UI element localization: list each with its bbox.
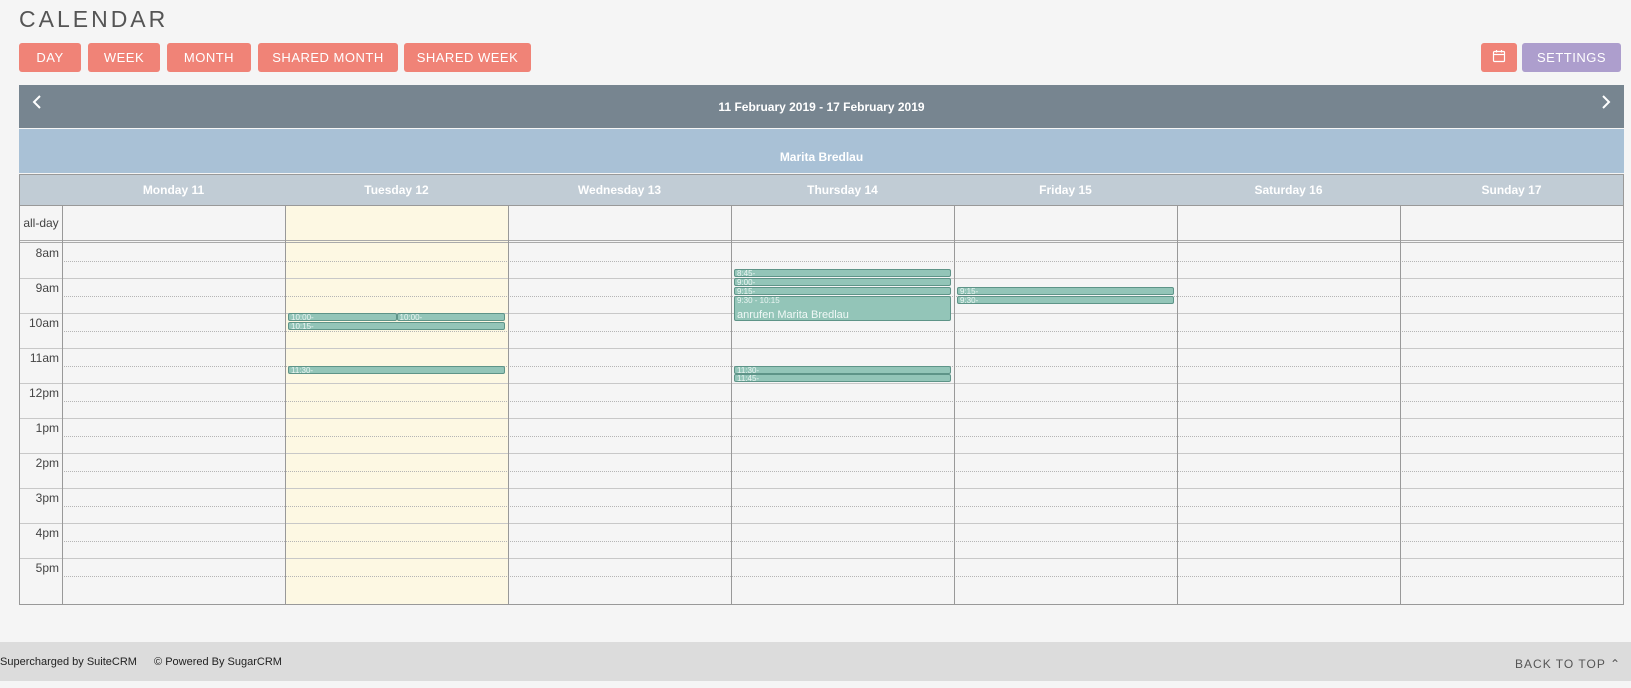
column-divider xyxy=(508,206,509,604)
day-header-row: Monday 11 Tuesday 12 Wednesday 13 Thursday … xyxy=(20,175,1623,206)
event-title: anrufen Marita Bredlau xyxy=(737,308,849,321)
hour-label: 3pm xyxy=(35,491,59,505)
half-hour-line xyxy=(62,470,1623,472)
view-week-button[interactable]: WEEK xyxy=(88,43,160,72)
hour-label: 12pm xyxy=(28,386,59,400)
day-header-5[interactable]: Friday 15 xyxy=(954,175,1177,205)
calendar-event[interactable]: 9:30- xyxy=(957,295,1174,304)
user-name: Marita Bredlau xyxy=(779,150,864,164)
column-divider xyxy=(1400,206,1401,604)
supercharged-link[interactable]: Supercharged by SuiteCRM xyxy=(0,656,137,668)
day-header-2[interactable]: Tuesday 12 xyxy=(285,175,508,205)
today-column-highlight xyxy=(285,206,508,604)
event-time: 8:45- xyxy=(737,269,756,278)
column-divider xyxy=(1177,206,1178,604)
event-time: 9:15- xyxy=(737,286,756,295)
event-time: 9:00- xyxy=(737,278,756,286)
event-time: 9:30- xyxy=(960,295,979,304)
event-time: 11:45- xyxy=(737,374,760,383)
calendar-event[interactable]: 11:30- xyxy=(734,365,951,374)
view-shared-month-button[interactable]: SHARED MONTH xyxy=(258,43,398,72)
event-time: 10:00- xyxy=(399,313,423,321)
back-to-top-link[interactable]: BACK TO TOP ⌃ xyxy=(1515,657,1621,671)
event-time: 9:15- xyxy=(960,286,979,295)
hour-line xyxy=(20,453,1623,454)
day-header-6[interactable]: Saturday 16 xyxy=(1177,175,1400,205)
view-day-button[interactable]: DAY xyxy=(19,43,81,72)
hour-line xyxy=(20,523,1623,524)
half-hour-line xyxy=(62,505,1623,507)
calendar-event[interactable]: 11:30- xyxy=(288,365,505,374)
calendar-event[interactable]: 10:15- xyxy=(288,321,505,330)
half-hour-line xyxy=(62,540,1623,542)
event-time: 9:30 - 10:15 xyxy=(737,295,780,305)
calendar-event[interactable]: 10:00- xyxy=(396,313,505,321)
calendar-icon xyxy=(1492,49,1506,66)
column-divider xyxy=(62,206,63,604)
column-divider xyxy=(954,206,955,604)
event-time: 10:15- xyxy=(291,321,314,330)
all-day-label: all-day xyxy=(23,216,59,230)
calendar-event[interactable]: 10:00- xyxy=(288,313,397,321)
hour-line xyxy=(20,488,1623,489)
hour-label: 10am xyxy=(28,316,59,330)
hour-label: 1pm xyxy=(35,421,59,435)
view-shared-week-button[interactable]: SHARED WEEK xyxy=(404,43,531,72)
powered-by-link[interactable]: © Powered By SugarCRM xyxy=(154,656,282,668)
hour-label: 11am xyxy=(29,351,59,365)
week-grid: Monday 11 Tuesday 12 Wednesday 13 Thursday … xyxy=(19,174,1624,605)
hour-label: 4pm xyxy=(35,526,59,540)
hour-label: 2pm xyxy=(35,456,59,470)
hour-label: 8am xyxy=(35,246,59,260)
day-header-7[interactable]: Sunday 17 xyxy=(1400,175,1623,205)
view-month-button[interactable]: MONTH xyxy=(167,43,251,72)
half-hour-line xyxy=(62,435,1623,437)
hour-line xyxy=(20,558,1623,559)
hour-label: 5pm xyxy=(35,561,59,575)
user-bar: Marita Bredlau xyxy=(19,129,1624,173)
day-header-1[interactable]: Monday 11 xyxy=(62,175,285,205)
chevron-right-icon[interactable] xyxy=(1595,92,1617,114)
calendar-event[interactable]: 9:15- xyxy=(957,286,1174,295)
hour-line xyxy=(20,348,1623,349)
event-time: 11:30- xyxy=(291,365,314,374)
hour-line xyxy=(20,418,1623,419)
settings-button[interactable]: SETTINGS xyxy=(1522,43,1621,72)
column-divider xyxy=(285,206,286,604)
date-picker-button[interactable] xyxy=(1481,43,1517,72)
calendar-event[interactable]: 8:45- xyxy=(734,269,951,278)
hour-line xyxy=(20,383,1623,384)
date-range-label: 11 February 2019 - 17 February 2019 xyxy=(718,100,925,114)
half-hour-line xyxy=(62,260,1623,262)
day-header-4[interactable]: Thursday 14 xyxy=(731,175,954,205)
half-hour-line xyxy=(62,400,1623,402)
calendar-event[interactable]: 9:15- xyxy=(734,286,951,295)
half-hour-line xyxy=(62,330,1623,332)
calendar-event[interactable]: 11:45- xyxy=(734,374,951,383)
calendar-event[interactable]: 9:00- xyxy=(734,278,951,286)
hour-label: 9am xyxy=(35,281,59,295)
event-time: 11:30- xyxy=(737,365,760,374)
day-header-3[interactable]: Wednesday 13 xyxy=(508,175,731,205)
calendar-event[interactable]: 9:30 - 10:15 anrufen Marita Bredlau xyxy=(734,295,951,321)
half-hour-line xyxy=(62,575,1623,577)
week-navigation-bar: 11 February 2019 - 17 February 2019 xyxy=(19,85,1624,128)
event-time: 10:00- xyxy=(291,313,314,321)
column-divider xyxy=(731,206,732,604)
footer: Supercharged by SuiteCRM © Powered By Su… xyxy=(0,642,1631,681)
page-title: CALENDAR xyxy=(19,6,169,32)
all-day-divider xyxy=(20,240,1623,243)
